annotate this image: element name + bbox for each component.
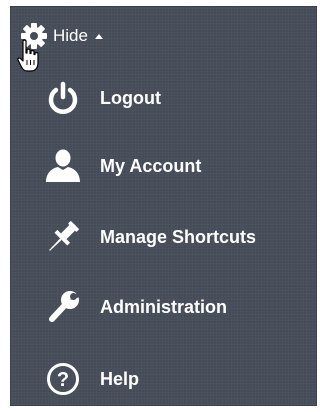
svg-text:?: ? — [57, 369, 69, 391]
hide-label: Hide — [53, 26, 88, 45]
menu-item-logout[interactable]: Logout — [43, 78, 161, 118]
caret-up-icon — [94, 34, 103, 39]
menu-item-label: Logout — [100, 87, 161, 108]
menu-item-my-account[interactable]: My Account — [43, 146, 201, 186]
menu-item-label: My Account — [100, 155, 202, 176]
menu-item-help[interactable]: ? Help — [43, 359, 139, 399]
power-icon — [43, 78, 83, 118]
user-icon — [43, 146, 83, 186]
menu-item-label: Administration — [100, 296, 228, 317]
menu-item-label: Manage Shortcuts — [100, 226, 257, 247]
account-menu-panel: Hide Logout My Account Manage Shortcuts … — [10, 6, 317, 406]
question-circle-icon: ? — [43, 359, 83, 399]
pin-icon — [43, 217, 83, 257]
menu-item-label: Help — [100, 368, 140, 389]
menu-item-manage-shortcuts[interactable]: Manage Shortcuts — [43, 217, 256, 257]
menu-item-administration[interactable]: Administration — [43, 287, 227, 327]
hide-menu-toggle[interactable]: Hide — [20, 21, 103, 51]
gear-icon — [21, 23, 47, 49]
wrench-icon — [43, 287, 83, 327]
